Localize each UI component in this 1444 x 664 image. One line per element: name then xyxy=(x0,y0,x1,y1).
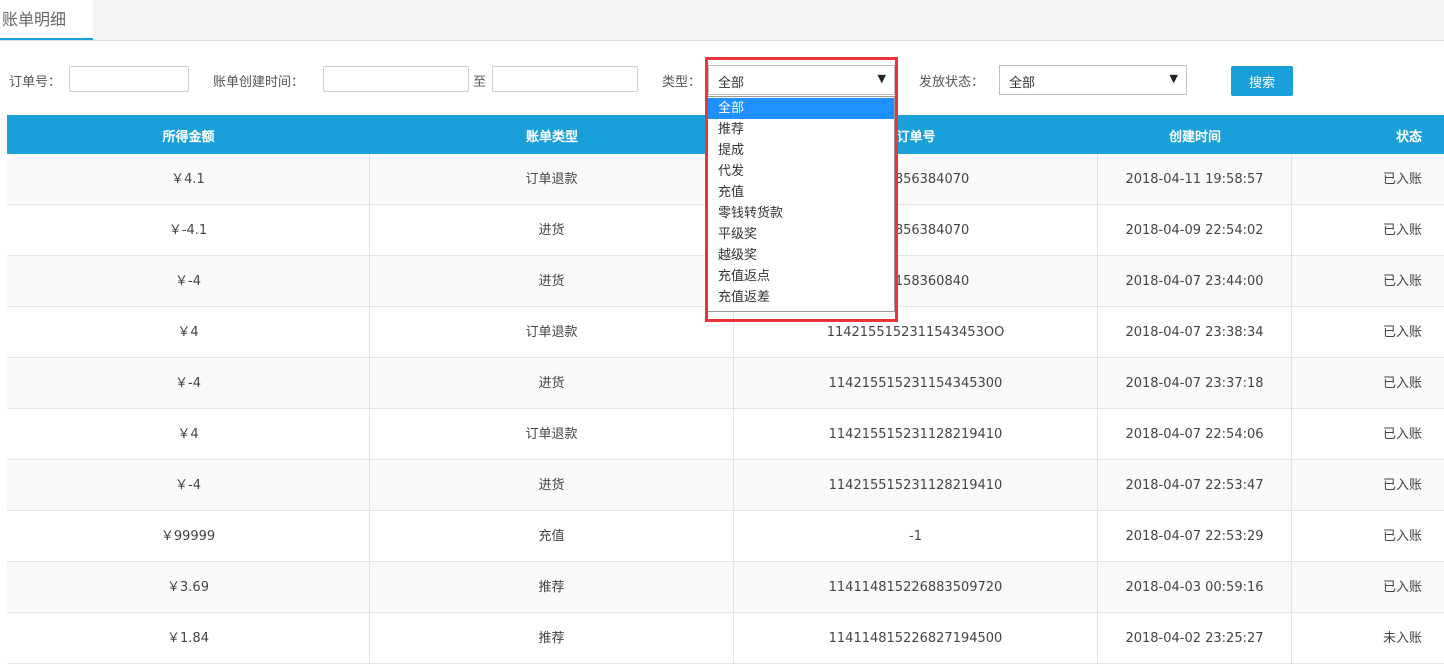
cell-bill-type: 进货 xyxy=(370,358,734,409)
cell-created-time: 2018-04-07 22:53:29 xyxy=(1098,511,1292,562)
cell-amount: ￥-4 xyxy=(7,460,370,511)
cell-bill-type: 进货 xyxy=(370,256,734,307)
tab-bill-details[interactable]: 账单明细 xyxy=(0,0,93,40)
cell-bill-type: 进货 xyxy=(370,205,734,256)
type-select[interactable]: 全部 ▼ xyxy=(708,65,895,95)
type-dropdown-list: 全部 推荐 提成 代发 充值 零钱转货款 平级奖 越级奖 充值返点 充值返差 xyxy=(707,96,895,312)
cell-order-no: -1 xyxy=(734,511,1098,562)
cell-status: 已入账 xyxy=(1382,376,1422,391)
dropdown-option[interactable]: 充值返差 xyxy=(708,287,894,308)
cell-created-time: 2018-04-07 23:44:00 xyxy=(1098,256,1292,307)
created-to-input[interactable] xyxy=(492,66,638,92)
cell-amount: ￥4 xyxy=(7,409,370,460)
cell-bill-type: 订单退款 xyxy=(370,409,734,460)
dropdown-option[interactable]: 充值 xyxy=(708,182,894,203)
cell-created-time: 2018-04-07 23:38:34 xyxy=(1098,307,1292,358)
dropdown-arrow-icon: ▼ xyxy=(1169,72,1178,85)
status-selected-value: 全部 xyxy=(1009,76,1036,91)
to-label: 至 xyxy=(473,75,487,90)
order-no-input[interactable] xyxy=(69,66,189,92)
header-status: 状态 xyxy=(1292,126,1444,145)
cell-bill-type: 充值 xyxy=(370,511,734,562)
cell-status: 已入账 xyxy=(1382,580,1422,595)
dropdown-option[interactable]: 平级奖 xyxy=(708,224,894,245)
cell-status: 已入账 xyxy=(1382,223,1422,238)
cell-created-time: 2018-04-07 22:53:47 xyxy=(1098,460,1292,511)
cell-order-no: 114215515231128219410 xyxy=(734,409,1098,460)
table-row: ￥1.84 推荐 114114815226827194500 2018-04-02 2… xyxy=(7,613,1444,664)
table-row: ￥-4 进货 114215515231128219410 2018-04-07 22:… xyxy=(7,460,1444,511)
cell-amount: ￥-4 xyxy=(7,256,370,307)
cell-status: 已入账 xyxy=(1382,325,1422,340)
cell-order-no: 114215515231154345300 xyxy=(734,358,1098,409)
table-row: ￥99999 充值 -1 2018-04-07 22:53:29 已入账 xyxy=(7,511,1444,562)
dropdown-option[interactable]: 越级奖 xyxy=(708,245,894,266)
header-status-text: 状态 xyxy=(1395,130,1422,145)
cell-amount: ￥-4.1 xyxy=(7,205,370,256)
dropdown-option[interactable]: 零钱转货款 xyxy=(708,203,894,224)
cell-order-no: 114114815226883509720 xyxy=(734,562,1098,613)
dropdown-option[interactable]: 提成 xyxy=(708,140,894,161)
cell-order-no: 114215515231128219410 xyxy=(734,460,1098,511)
created-time-label: 账单创建时间： xyxy=(213,75,305,90)
cell-bill-type: 订单退款 xyxy=(370,307,734,358)
tab-label: 账单明细 xyxy=(2,10,67,29)
created-from-input[interactable] xyxy=(323,66,469,92)
cell-created-time: 2018-04-11 19:58:57 xyxy=(1098,154,1292,205)
cell-created-time: 2018-04-09 22:54:02 xyxy=(1098,205,1292,256)
cell-created-time: 2018-04-07 22:54:06 xyxy=(1098,409,1292,460)
cell-created-time: 2018-04-07 23:37:18 xyxy=(1098,358,1292,409)
table-row: ￥4 订单退款 114215515231128219410 2018-04-07 22… xyxy=(7,409,1444,460)
cell-status: 已入账 xyxy=(1382,172,1422,187)
header-amount: 所得金额 xyxy=(162,130,215,145)
cell-status: 已入账 xyxy=(1382,427,1422,442)
status-label: 发放状态： xyxy=(919,75,985,90)
type-label: 类型： xyxy=(662,75,702,90)
table-row: ￥-4 进货 114215515231154345300 2018-04-07 23:… xyxy=(7,358,1444,409)
cell-status: 已入账 xyxy=(1382,478,1422,493)
cell-bill-type: 进货 xyxy=(370,460,734,511)
order-no-label: 订单号： xyxy=(9,75,62,90)
cell-amount: ￥3.69 xyxy=(7,562,370,613)
cell-created-time: 2018-04-03 00:59:16 xyxy=(1098,562,1292,613)
cell-bill-type: 推荐 xyxy=(370,613,734,664)
status-select[interactable]: 全部 ▼ xyxy=(999,65,1187,95)
cell-bill-type: 订单退款 xyxy=(370,154,734,205)
cell-created-time: 2018-04-02 23:25:27 xyxy=(1098,613,1292,664)
cell-status: 已入账 xyxy=(1382,529,1422,544)
cell-amount: ￥99999 xyxy=(7,511,370,562)
dropdown-arrow-icon: ▼ xyxy=(877,72,886,85)
dropdown-option[interactable]: 代发 xyxy=(708,161,894,182)
cell-amount: ￥1.84 xyxy=(7,613,370,664)
cell-order-no: 114114815226827194500 xyxy=(734,613,1098,664)
header-created-time: 创建时间 xyxy=(1168,130,1221,145)
cell-amount: ￥-4 xyxy=(7,358,370,409)
dropdown-option[interactable]: 全部 xyxy=(708,98,894,119)
cell-status: 已入账 xyxy=(1382,274,1422,289)
cell-bill-type: 推荐 xyxy=(370,562,734,613)
header-bill-type: 账单类型 xyxy=(525,130,578,145)
table-row: ￥3.69 推荐 114114815226883509720 2018-04-03 0… xyxy=(7,562,1444,613)
tab-bar: 账单明细 xyxy=(0,0,1444,41)
table-row: ￥4 订单退款 1142155152311543453OO 2018-04-07 23… xyxy=(7,307,1444,358)
cell-amount: ￥4.1 xyxy=(7,154,370,205)
cell-amount: ￥4 xyxy=(7,307,370,358)
dropdown-option[interactable]: 充值返点 xyxy=(708,266,894,287)
dropdown-option[interactable]: 推荐 xyxy=(708,119,894,140)
cell-status: 未入账 xyxy=(1382,631,1422,646)
type-selected-value: 全部 xyxy=(718,76,745,91)
search-button[interactable]: 搜索 xyxy=(1231,66,1293,96)
cell-order-no: 1142155152311543453OO xyxy=(734,307,1098,358)
